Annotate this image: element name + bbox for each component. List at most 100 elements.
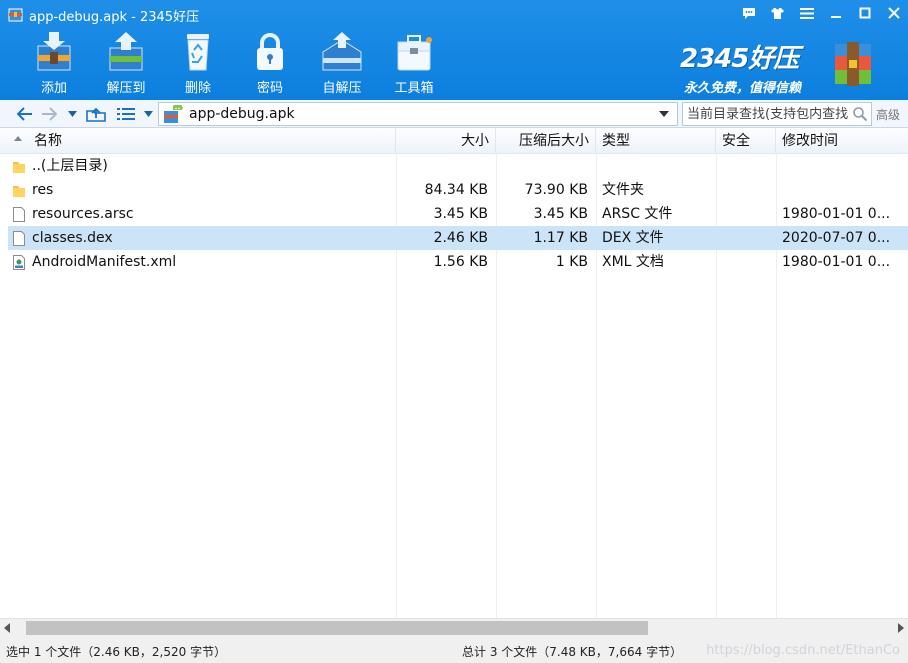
column-name-label: 名称 [34,133,62,149]
add-button[interactable]: 添加 [18,28,90,96]
extract-to-icon [109,32,143,71]
file-modified: 2020-07-07 0... [782,230,891,246]
file-row-androidmanifest[interactable]: AndroidManifest.xml 1.56 KB 1 KB XML 文档 … [8,250,908,274]
current-path: app-debug.apk [189,106,295,122]
brand: 2345好压 永久免费，值得信赖 [680,38,801,96]
scroll-right-icon[interactable] [898,623,904,633]
file-icon [13,207,25,222]
file-size: 84.34 KB [424,182,488,198]
path-combobox[interactable]: app-debug.apk [158,102,678,126]
address-bar: app-debug.apk 高级 [0,100,908,128]
minimize-icon[interactable] [821,0,850,26]
advanced-search-link[interactable]: 高级 [876,106,900,123]
self-extract-icon [322,32,362,71]
extract-to-label: 解压到 [106,81,146,96]
file-type: 文件夹 [602,182,644,198]
file-packed-size: 3.45 KB [533,206,588,222]
file-size: 3.45 KB [433,206,488,222]
search-input[interactable] [683,103,848,125]
toolbox-icon [397,35,432,71]
search-box [682,102,872,126]
selection-status: 选中 1 个文件（2.46 KB，2,520 字节） [6,645,227,659]
menu-icon[interactable] [792,0,821,26]
scroll-left-icon[interactable] [4,623,10,633]
feedback-icon[interactable] [734,0,763,26]
forward-button[interactable] [38,104,60,124]
chevron-down-icon [143,111,153,117]
total-status: 总计 3 个文件（7.48 KB，7,664 字节） [462,645,683,659]
lock-icon [257,33,283,70]
file-name: resources.arsc [32,206,134,222]
horizontal-scrollbar[interactable] [0,618,908,637]
list-header: 名称 大小 压缩后大小 类型 安全 修改时间 [0,128,908,154]
search-icon[interactable] [852,106,868,122]
column-packed-size[interactable]: 压缩后大小 [496,128,596,154]
column-name[interactable]: 名称 [0,128,396,154]
arrow-right-icon [42,107,57,121]
apk-file-icon [164,105,183,123]
password-label: 密码 [256,81,283,96]
window-title: app-debug.apk - 2345好压 [29,10,200,25]
file-size: 2.46 KB [433,230,488,246]
maximize-icon[interactable] [850,0,879,26]
column-security-label: 安全 [722,133,750,149]
brand-slogan: 永久免费，值得信赖 [684,81,802,96]
folder-icon [13,186,25,197]
folder-icon [13,162,25,173]
column-type-label: 类型 [602,133,630,149]
password-button[interactable]: 密码 [234,28,306,96]
add-archive-icon [37,32,71,71]
close-icon[interactable] [879,0,908,26]
file-row-res[interactable]: res 84.34 KB 73.90 KB 文件夹 [8,178,908,202]
file-type: DEX 文件 [602,230,664,246]
add-label: 添加 [40,81,67,96]
toolbox-button[interactable]: 工具箱 [378,28,450,96]
self-extract-button[interactable]: 自解压 [306,28,378,96]
up-folder-button[interactable] [84,104,108,124]
file-size: 1.56 KB [433,254,488,270]
file-name: res [32,182,54,198]
watermark: https://blog.csdn.net/EthanCo [706,643,900,658]
column-size-label: 大小 [461,133,489,149]
file-packed-size: 1 KB [555,254,588,270]
arrow-left-icon [17,107,32,121]
file-name: classes.dex [32,230,113,246]
main-toolbar: 添加 解压到 删除 密码 自解压 工具箱 [18,28,450,96]
toolbox-label: 工具箱 [394,81,434,96]
file-modified: 1980-01-01 0... [782,206,891,222]
chevron-down-icon [67,111,77,117]
file-row-resources-arsc[interactable]: resources.arsc 3.45 KB 3.45 KB ARSC 文件 1… [8,202,908,226]
file-type: ARSC 文件 [602,206,673,222]
column-modified-label: 修改时间 [782,133,838,149]
file-name: AndroidManifest.xml [32,254,177,270]
file-icon [13,231,25,246]
list-view-icon [117,108,135,120]
file-row-parent[interactable]: ..(上层目录) [8,154,908,178]
back-button[interactable] [14,104,36,124]
folder-up-icon [86,107,106,122]
column-size[interactable]: 大小 [396,128,496,154]
file-packed-size: 1.17 KB [533,230,588,246]
extract-to-button[interactable]: 解压到 [90,28,162,96]
delete-button[interactable]: 删除 [162,28,234,96]
sort-up-icon [14,136,22,141]
delete-label: 删除 [184,81,211,96]
status-bar: 选中 1 个文件（2.46 KB，2,520 字节） 总计 3 个文件（7.48… [0,637,908,663]
view-dropdown[interactable] [140,104,156,124]
file-row-classes-dex[interactable]: classes.dex 2.46 KB 1.17 KB DEX 文件 2020-… [8,226,908,250]
history-dropdown[interactable] [64,104,80,124]
file-packed-size: 73.90 KB [524,182,588,198]
scrollbar-thumb[interactable] [26,621,648,635]
brand-name: 2345好压 [680,44,799,74]
skin-icon[interactable] [763,0,792,26]
file-name: ..(上层目录) [32,158,108,174]
recycle-bin-icon [187,34,209,71]
view-button[interactable] [114,104,138,124]
app-icon [8,8,23,22]
file-modified: 1980-01-01 0... [782,254,891,270]
column-modified[interactable]: 修改时间 [776,128,908,154]
column-packed-label: 压缩后大小 [519,133,589,149]
column-security[interactable]: 安全 [716,128,776,154]
chevron-down-icon[interactable] [659,111,669,117]
column-type[interactable]: 类型 [596,128,716,154]
